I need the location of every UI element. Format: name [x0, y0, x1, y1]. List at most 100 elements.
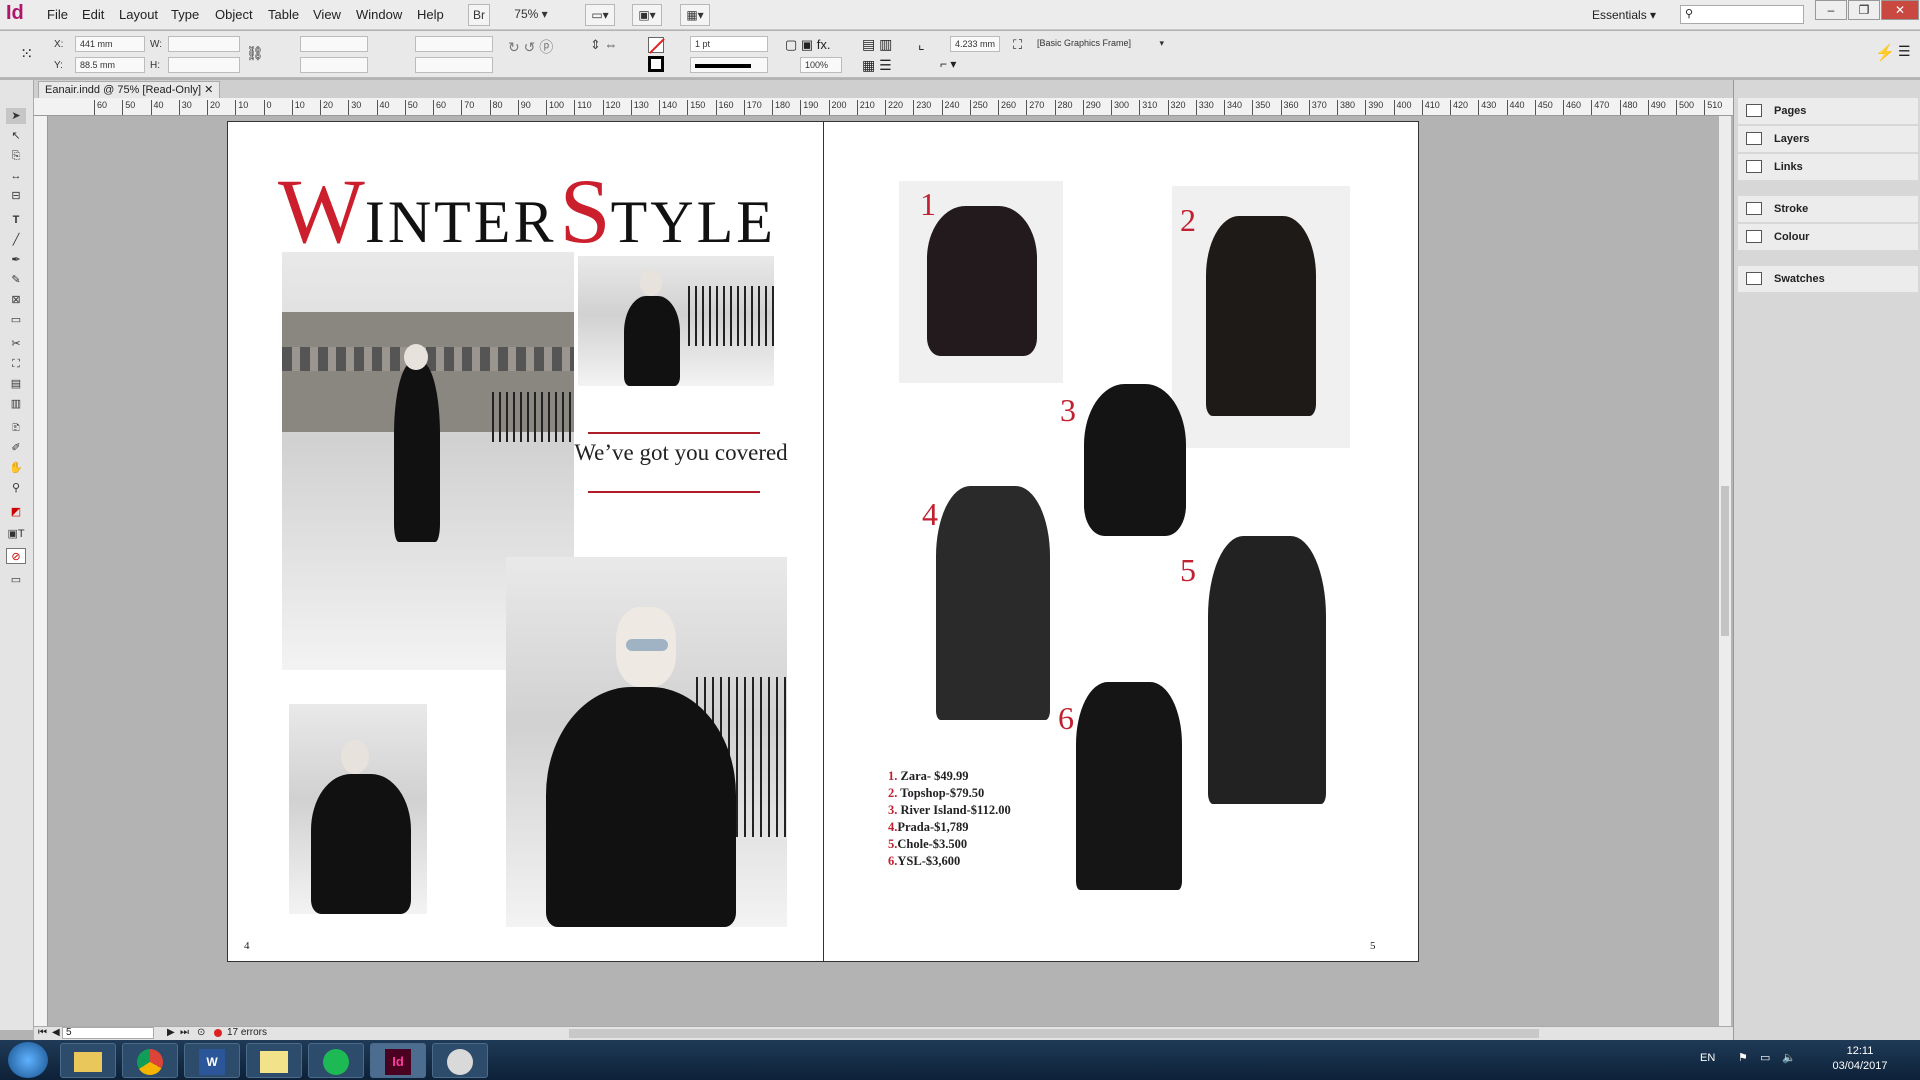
y-field[interactable]: 88.5 mm: [75, 57, 145, 73]
gradient-feather-tool-icon[interactable]: ▥: [6, 396, 26, 412]
rotation-field[interactable]: [415, 36, 493, 52]
menu-file[interactable]: File: [47, 7, 68, 22]
corner-shape-select[interactable]: ⌐ ▾: [940, 57, 956, 71]
menu-table[interactable]: Table: [268, 7, 299, 22]
photo-phone-closeup[interactable]: [506, 557, 787, 927]
scale-y-field[interactable]: [300, 57, 368, 73]
coat-2-image[interactable]: [1172, 186, 1350, 448]
panel-layers[interactable]: Layers: [1738, 126, 1918, 152]
menu-edit[interactable]: Edit: [82, 7, 104, 22]
eyedropper-tool-icon[interactable]: ✐: [6, 440, 26, 456]
page-number-field[interactable]: 5: [62, 1027, 154, 1039]
rectangle-tool-icon[interactable]: ▭: [6, 312, 26, 328]
panel-colour[interactable]: Colour: [1738, 224, 1918, 250]
menu-object[interactable]: Object: [215, 7, 253, 22]
document-tab[interactable]: Eanair.indd @ 75% [Read-Only] ✕: [38, 81, 221, 98]
view-options-button[interactable]: ▭▾: [585, 4, 615, 26]
menu-type[interactable]: Type: [171, 7, 199, 22]
coat-4-image[interactable]: [936, 486, 1050, 720]
x-field[interactable]: 441 mm: [75, 36, 145, 52]
stroke-swatch-icon[interactable]: [648, 56, 664, 72]
coat-3-image[interactable]: [1084, 384, 1186, 536]
rotate-icons[interactable]: ↻ ↺ ⓟ: [508, 37, 553, 57]
coat-6-image[interactable]: [1076, 682, 1182, 890]
language-indicator[interactable]: EN: [1700, 1052, 1715, 1064]
opacity-field[interactable]: 100%: [800, 57, 842, 73]
scale-x-field[interactable]: [300, 36, 368, 52]
corner-icon[interactable]: ⌞: [918, 36, 925, 53]
taskbar-chrome[interactable]: [122, 1043, 178, 1078]
line-tool-icon[interactable]: ╱: [6, 232, 26, 248]
pencil-tool-icon[interactable]: ✎: [6, 272, 26, 288]
taskbar-spotify[interactable]: [308, 1043, 364, 1078]
fill-stroke-icon[interactable]: ◩: [6, 504, 26, 520]
quick-apply-icon[interactable]: ⚡: [1875, 43, 1895, 63]
hand-tool-icon[interactable]: ✋: [6, 460, 26, 476]
taskbar-notes[interactable]: [246, 1043, 302, 1078]
screen-mode-icon[interactable]: ▭: [6, 572, 26, 588]
menu-window[interactable]: Window: [356, 7, 402, 22]
control-menu-icon[interactable]: ☰: [1898, 43, 1911, 60]
search-input[interactable]: ⚲: [1680, 5, 1804, 24]
horizontal-scroll-thumb[interactable]: [569, 1029, 1539, 1038]
align-icons[interactable]: ▦ ☰: [862, 57, 892, 74]
constrain-proportions-icon[interactable]: ⛓: [246, 45, 264, 62]
preflight-icon[interactable]: ⊙: [197, 1026, 205, 1040]
bridge-button[interactable]: Br: [468, 4, 490, 26]
fill-swatch-icon[interactable]: [648, 37, 665, 54]
taskbar-word[interactable]: W: [184, 1043, 240, 1078]
next-page-icon[interactable]: ▶: [167, 1026, 175, 1040]
direct-selection-tool-icon[interactable]: ↖: [6, 128, 26, 144]
shear-field[interactable]: [415, 57, 493, 73]
taskbar-paint[interactable]: [432, 1043, 488, 1078]
vertical-ruler[interactable]: [34, 116, 48, 1026]
clock[interactable]: 12:11 03/04/2017: [1820, 1044, 1900, 1074]
panel-links[interactable]: Links: [1738, 154, 1918, 180]
type-tool-icon[interactable]: T: [6, 212, 26, 228]
workspace-switcher[interactable]: Essentials ▾: [1592, 8, 1656, 22]
selection-tool-icon[interactable]: ➤: [6, 108, 26, 124]
menu-layout[interactable]: Layout: [119, 7, 158, 22]
flag-icon[interactable]: ⚑: [1738, 1051, 1748, 1064]
network-icon[interactable]: ▭: [1760, 1051, 1770, 1064]
close-button[interactable]: ✕: [1881, 0, 1919, 20]
menu-help[interactable]: Help: [417, 7, 444, 22]
spread-title[interactable]: WINTER STYLE: [278, 158, 776, 264]
reference-point-icon[interactable]: ⁙: [20, 44, 42, 66]
note-tool-icon[interactable]: 🗈: [6, 420, 26, 436]
coat-5-image[interactable]: [1208, 536, 1326, 804]
start-button[interactable]: [8, 1042, 48, 1078]
price-list[interactable]: 1. Zara- $49.99 2. Topshop-$79.50 3. Riv…: [888, 768, 1011, 870]
preflight-errors[interactable]: 17 errors: [227, 1026, 267, 1040]
panel-stroke[interactable]: Stroke: [1738, 196, 1918, 222]
zoom-select[interactable]: 75% ▾: [505, 4, 557, 26]
screen-mode-button[interactable]: ▣▾: [632, 4, 662, 26]
previous-page-icon[interactable]: ◀: [52, 1026, 60, 1040]
text-wrap-icons[interactable]: ▤ ▥: [862, 36, 892, 53]
width-field[interactable]: [168, 36, 240, 52]
height-field[interactable]: [168, 57, 240, 73]
gap-tool-icon[interactable]: ↔: [6, 168, 26, 184]
content-collector-icon[interactable]: ⊟: [6, 188, 26, 204]
free-transform-tool-icon[interactable]: ⛶: [6, 356, 26, 372]
menu-view[interactable]: View: [313, 7, 341, 22]
formatting-affects-icon[interactable]: ▣T: [6, 526, 26, 542]
vertical-scroll-thumb[interactable]: [1721, 486, 1729, 636]
photo-small-bottom[interactable]: [289, 704, 427, 914]
rectangle-frame-tool-icon[interactable]: ⊠: [6, 292, 26, 308]
tagline[interactable]: We’ve got you covered: [571, 440, 791, 466]
stroke-type-select[interactable]: [690, 57, 768, 73]
taskbar-indesign[interactable]: Id: [370, 1043, 426, 1078]
photo-small-top[interactable]: [578, 256, 774, 386]
minimize-button[interactable]: –: [1815, 0, 1847, 20]
effects-icons[interactable]: ▢ ▣ fx.: [785, 37, 831, 53]
horizontal-ruler[interactable]: 60 50 40 30 20 10 0 10 20 30 40 50 60 70 80 90 100 110 120…: [34, 98, 1734, 116]
arrange-documents-button[interactable]: ▦▾: [680, 4, 710, 26]
gradient-swatch-tool-icon[interactable]: ▤: [6, 376, 26, 392]
vertical-scrollbar[interactable]: [1719, 116, 1731, 1026]
page-tool-icon[interactable]: ⎘: [6, 148, 26, 164]
volume-icon[interactable]: 🔈: [1782, 1051, 1796, 1064]
last-page-icon[interactable]: ⏭: [180, 1026, 189, 1040]
pen-tool-icon[interactable]: ✒: [6, 252, 26, 268]
taskbar-explorer[interactable]: [60, 1043, 116, 1078]
